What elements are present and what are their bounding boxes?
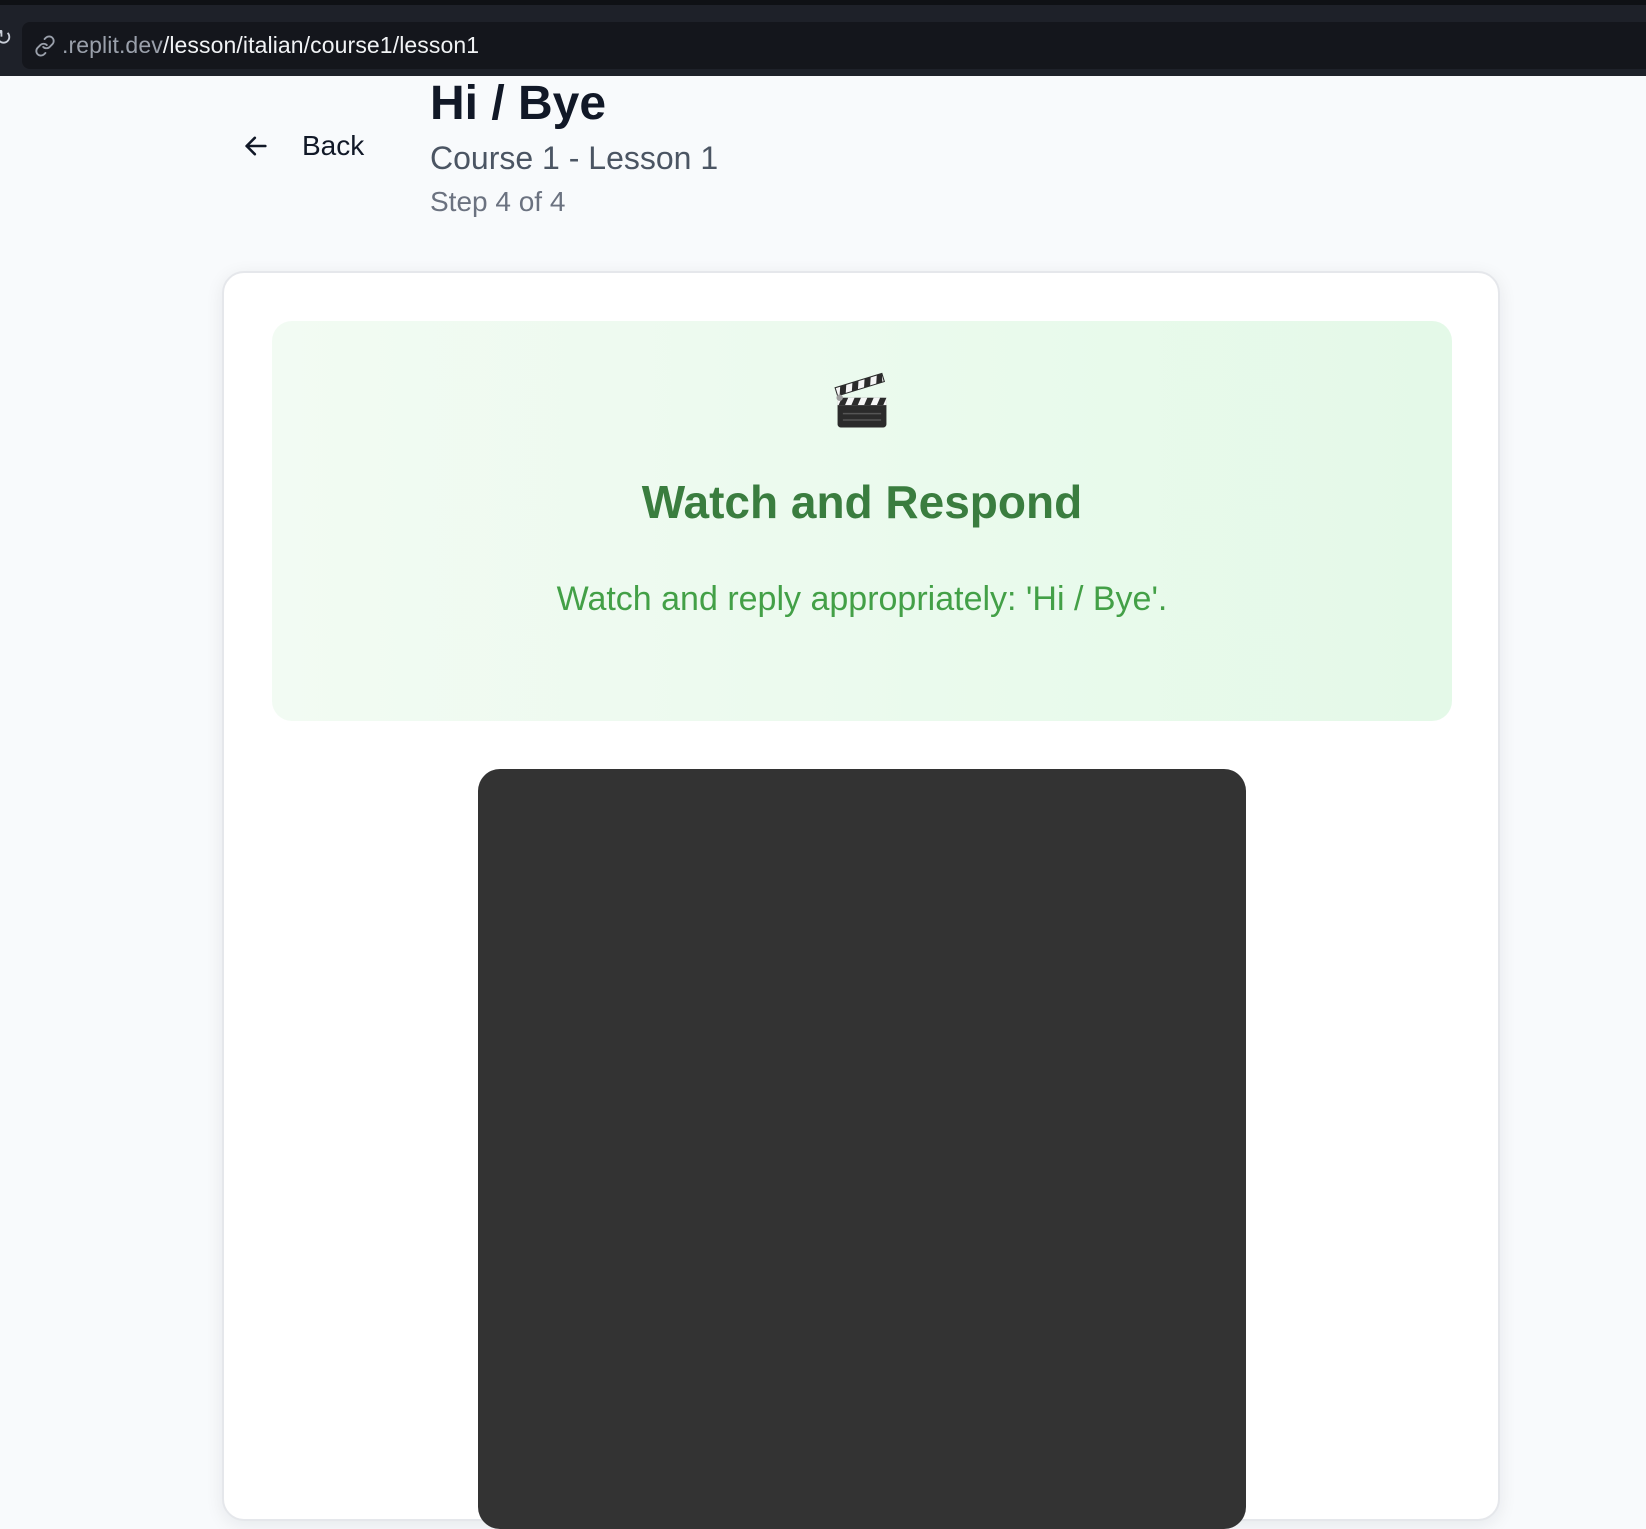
page-title: Hi / Bye xyxy=(430,77,607,130)
url-host: .replit.dev xyxy=(62,32,163,58)
url-path: /lesson/italian/course1/lesson1 xyxy=(162,32,480,58)
address-bar-url: .replit.dev/lesson/italian/course1/lesso… xyxy=(62,32,479,59)
arrow-left-icon xyxy=(245,136,267,156)
address-bar[interactable]: .replit.dev/lesson/italian/course1/lesso… xyxy=(22,22,1646,69)
back-button[interactable]: Back xyxy=(242,122,364,170)
exercise-prompt: Watch and Respond Watch and reply approp… xyxy=(272,321,1452,721)
step-indicator: Step 4 of 4 xyxy=(430,186,566,217)
reload-icon[interactable]: ↻ xyxy=(0,27,12,51)
lesson-card: Watch and Respond Watch and reply approp… xyxy=(222,271,1500,1529)
exercise-instruction: Watch and reply appropriately: 'Hi / Bye… xyxy=(556,580,1168,618)
lesson-subtitle: Course 1 - Lesson 1 xyxy=(430,140,719,176)
clapperboard-icon xyxy=(272,369,1452,437)
video-player[interactable] xyxy=(478,769,1246,1529)
back-button-label: Back xyxy=(302,130,365,161)
link-icon xyxy=(35,34,55,57)
browser-toolbar: ↻ .replit.dev/lesson/italian/course1/les… xyxy=(0,0,1646,76)
exercise-heading: Watch and Respond xyxy=(641,476,1083,528)
